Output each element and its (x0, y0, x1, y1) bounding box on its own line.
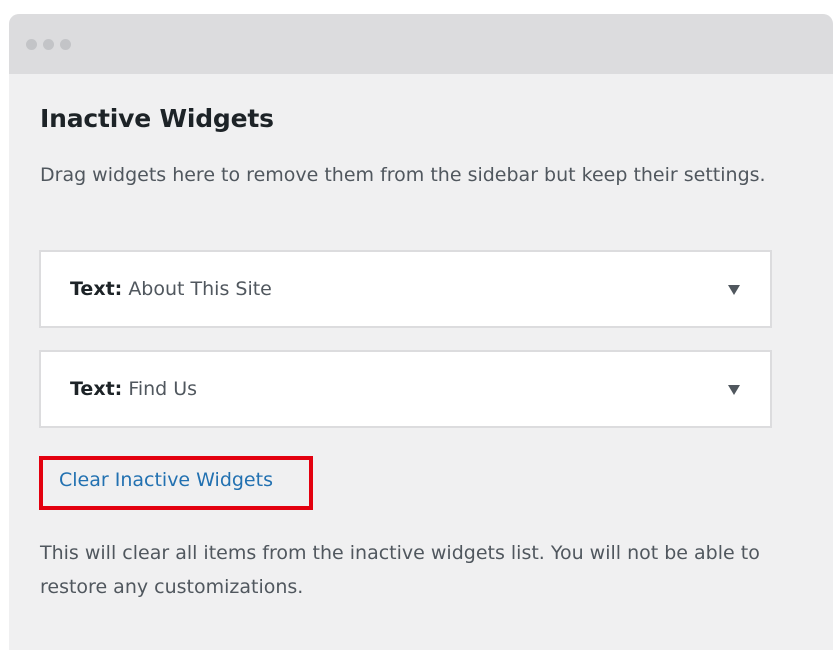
widget-type-label: Text: (70, 378, 123, 400)
widget-name: About This Site (128, 278, 272, 300)
window-control-dot[interactable] (26, 39, 37, 50)
triangle-down-icon[interactable] (728, 285, 740, 295)
widget-about-this-site[interactable]: Text: About This Site (39, 250, 772, 328)
widget-find-us[interactable]: Text: Find Us (39, 350, 772, 428)
window-control-dot[interactable] (43, 39, 54, 50)
inactive-widgets-description: Drag widgets here to remove them from th… (40, 164, 766, 186)
window-titlebar (9, 14, 833, 74)
inactive-widgets-heading: Inactive Widgets (40, 104, 274, 133)
clear-warning-text: This will clear all items from the inact… (40, 542, 760, 598)
window-control-dot[interactable] (60, 39, 71, 50)
triangle-down-icon[interactable] (728, 385, 740, 395)
clear-inactive-widgets-link[interactable]: Clear Inactive Widgets (59, 469, 273, 491)
widget-title: Text: Find Us (70, 378, 197, 400)
widget-type-label: Text: (70, 278, 123, 300)
widget-name: Find Us (128, 378, 198, 400)
widget-title: Text: About This Site (70, 278, 272, 300)
